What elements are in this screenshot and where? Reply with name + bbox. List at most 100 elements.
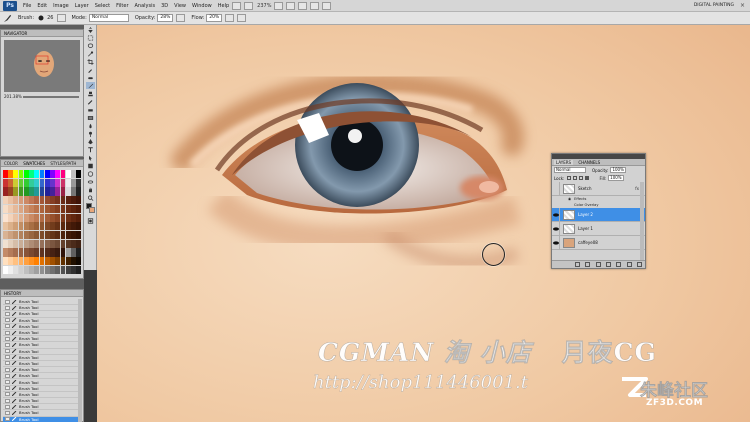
swatch-cell[interactable]: [3, 187, 8, 196]
brush-tool-icon[interactable]: [86, 82, 95, 89]
opacity-input[interactable]: 28%: [157, 14, 174, 22]
swatch-cell[interactable]: [60, 239, 66, 248]
swatch-cell[interactable]: [65, 213, 71, 222]
swatch-cell[interactable]: [13, 204, 19, 214]
swatch-cell[interactable]: [8, 196, 13, 205]
swatch-cell[interactable]: [23, 239, 29, 248]
swatch-cell[interactable]: [18, 196, 24, 205]
history-source-checkbox[interactable]: [5, 404, 10, 409]
swatch-cell[interactable]: [18, 204, 24, 214]
swatch-cell[interactable]: [39, 204, 45, 214]
swatch-cell[interactable]: [23, 196, 29, 205]
swatch-cell[interactable]: [71, 170, 76, 179]
swatch-cell[interactable]: [3, 248, 8, 257]
swatch-cell[interactable]: [71, 222, 76, 231]
menu-edit[interactable]: Edit: [37, 3, 47, 9]
swatch-cell[interactable]: [8, 187, 13, 196]
adjustment-layer-icon[interactable]: [605, 262, 611, 267]
history-source-checkbox[interactable]: [5, 349, 10, 354]
swatch-cell[interactable]: [29, 257, 34, 266]
swatch-cell[interactable]: [8, 204, 13, 214]
swatch-cell[interactable]: [60, 248, 66, 257]
swatch-cell[interactable]: [44, 248, 50, 257]
history-source-checkbox[interactable]: [5, 318, 10, 323]
swatch-cell[interactable]: [13, 196, 19, 205]
eraser-tool-icon[interactable]: [86, 106, 95, 113]
tab-color[interactable]: COLOR: [4, 160, 18, 167]
swatch-cell[interactable]: [18, 213, 24, 222]
swatch-cell[interactable]: [50, 222, 55, 231]
swatch-cell[interactable]: [18, 170, 24, 179]
swatch-cell[interactable]: [76, 239, 81, 248]
swatch-cell[interactable]: [76, 248, 81, 257]
swatch-cell[interactable]: [39, 170, 45, 179]
swatch-cell[interactable]: [13, 239, 19, 248]
menu-select[interactable]: Select: [95, 3, 110, 9]
pressure-size-button[interactable]: [237, 14, 247, 22]
swatch-cell[interactable]: [18, 248, 24, 257]
swatch-cell[interactable]: [71, 204, 76, 214]
blend-mode-select[interactable]: Normal: [554, 167, 586, 173]
swatch-cell[interactable]: [55, 257, 61, 266]
swatch-cell[interactable]: [65, 178, 71, 187]
swatch-cell[interactable]: [50, 204, 55, 214]
swatch-cell[interactable]: [23, 222, 29, 231]
swatch-cell[interactable]: [18, 265, 24, 274]
swatch-cell[interactable]: [44, 239, 50, 248]
menu-analysis[interactable]: Analysis: [135, 3, 156, 9]
menu-file[interactable]: File: [23, 3, 31, 9]
swatch-cell[interactable]: [44, 265, 50, 274]
swatch-cell[interactable]: [71, 239, 76, 248]
history-source-checkbox[interactable]: [5, 361, 10, 366]
swatch-cell[interactable]: [29, 239, 34, 248]
swatch-cell[interactable]: [71, 178, 76, 187]
swatch-cell[interactable]: [39, 213, 45, 222]
history-source-checkbox[interactable]: [5, 380, 10, 385]
path-selection-tool-icon[interactable]: [86, 154, 95, 161]
swatch-cell[interactable]: [29, 230, 34, 240]
swatch-cell[interactable]: [44, 222, 50, 231]
bridge-button[interactable]: [232, 1, 242, 10]
swatch-cell[interactable]: [39, 196, 45, 205]
swatch-cell[interactable]: [76, 213, 81, 222]
hand-tool-icon[interactable]: [86, 186, 95, 193]
swatch-cell[interactable]: [8, 265, 13, 274]
swatch-cell[interactable]: [23, 170, 29, 179]
healing-brush-tool-icon[interactable]: [86, 74, 95, 81]
swatch-cell[interactable]: [55, 248, 61, 257]
swatch-cell[interactable]: [34, 196, 40, 205]
3d-rotate-tool-icon[interactable]: [86, 170, 95, 177]
swatch-cell[interactable]: [50, 196, 55, 205]
swatch-cell[interactable]: [65, 196, 71, 205]
swatch-cell[interactable]: [60, 230, 66, 240]
marquee-tool-icon[interactable]: [86, 34, 95, 41]
lasso-tool-icon[interactable]: [86, 42, 95, 49]
swatch-cell[interactable]: [3, 196, 8, 205]
swatch-cell[interactable]: [3, 222, 8, 231]
history-source-checkbox[interactable]: [5, 305, 10, 310]
swatch-cell[interactable]: [71, 230, 76, 240]
menu-help[interactable]: Help: [218, 3, 229, 9]
swatch-cell[interactable]: [55, 187, 61, 196]
swatch-cell[interactable]: [13, 265, 19, 274]
swatch-cell[interactable]: [44, 178, 50, 187]
swatch-cell[interactable]: [39, 248, 45, 257]
quick-selection-tool-icon[interactable]: [86, 50, 95, 57]
history-source-checkbox[interactable]: [5, 417, 10, 422]
rotate-view-button[interactable]: [298, 1, 308, 10]
swatch-cell[interactable]: [34, 170, 40, 179]
swatch-cell[interactable]: [55, 213, 61, 222]
swatch-cell[interactable]: [71, 187, 76, 196]
swatch-cell[interactable]: [8, 178, 13, 187]
swatch-cell[interactable]: [76, 257, 81, 266]
swatch-cell[interactable]: [60, 265, 66, 274]
swatch-cell[interactable]: [71, 196, 76, 205]
swatch-cell[interactable]: [76, 170, 81, 179]
swatch-cell[interactable]: [34, 187, 40, 196]
gradient-tool-icon[interactable]: [86, 114, 95, 121]
pen-tool-icon[interactable]: [86, 138, 95, 145]
swatch-cell[interactable]: [3, 204, 8, 214]
effects-eye-icon[interactable]: ◉: [568, 197, 571, 201]
navigator-thumbnail[interactable]: [4, 40, 80, 92]
swatch-cell[interactable]: [65, 257, 71, 266]
